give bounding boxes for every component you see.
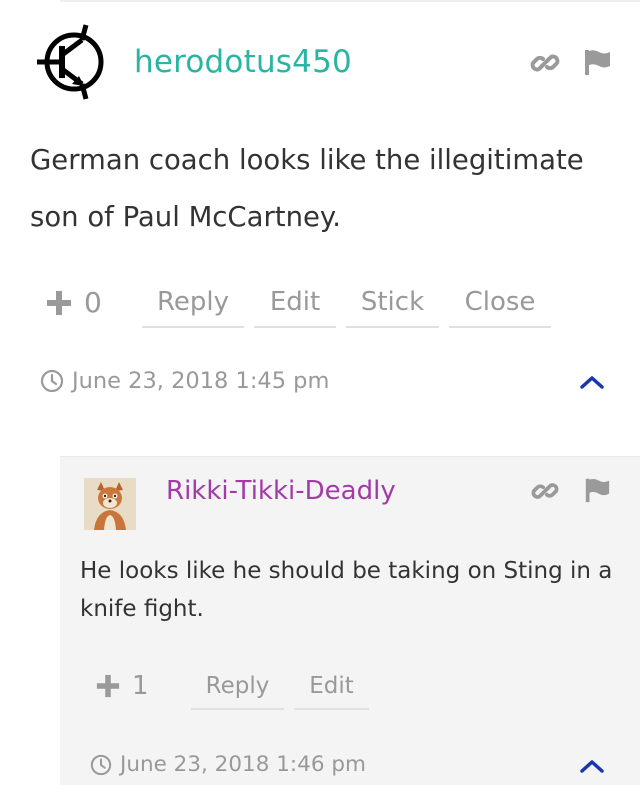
comment-author[interactable]: herodotus450	[134, 44, 352, 80]
edit-button[interactable]: Edit	[294, 670, 369, 710]
reply-button[interactable]: Reply	[142, 284, 244, 328]
comment-text: German coach looks like the illegitimate…	[30, 144, 584, 233]
edit-button[interactable]: Edit	[254, 284, 336, 328]
collapse-button[interactable]	[578, 370, 606, 394]
close-button[interactable]: Close	[449, 284, 551, 328]
link-icon[interactable]	[530, 476, 560, 506]
clock-icon	[90, 754, 112, 775]
comment-author[interactable]: Rikki-Tikki-Deadly	[166, 476, 396, 506]
vote-count: 1	[132, 671, 149, 701]
comment-timestamp[interactable]: June 23, 2018 1:45 pm	[40, 368, 329, 394]
comment-text: He looks like he should be taking on Sti…	[80, 558, 613, 622]
vote-control[interactable]: 1	[96, 671, 149, 701]
clock-icon	[40, 369, 64, 393]
avatar[interactable]	[34, 22, 114, 102]
flag-icon[interactable]	[582, 475, 612, 505]
reply-divider	[60, 456, 640, 457]
vote-count: 0	[84, 286, 102, 319]
chevron-up-icon	[580, 376, 604, 389]
comment-date: June 23, 2018 1:45 pm	[72, 368, 330, 394]
vote-control[interactable]: 0	[46, 286, 102, 319]
top-divider	[60, 0, 640, 2]
flag-icon[interactable]	[582, 47, 612, 77]
stick-button[interactable]: Stick	[346, 284, 439, 328]
chevron-up-icon	[580, 760, 604, 773]
cartoon-animal-icon	[84, 478, 136, 530]
reply-button[interactable]: Reply	[191, 670, 284, 710]
plus-icon[interactable]	[96, 674, 120, 698]
link-icon[interactable]	[530, 48, 560, 78]
comment-date: June 23, 2018 1:46 pm	[120, 752, 366, 777]
transistor-icon	[37, 24, 104, 100]
avatar[interactable]	[84, 478, 136, 530]
comment-timestamp[interactable]: June 23, 2018 1:46 pm	[90, 752, 366, 777]
plus-icon[interactable]	[46, 290, 72, 316]
collapse-button[interactable]	[578, 754, 606, 778]
